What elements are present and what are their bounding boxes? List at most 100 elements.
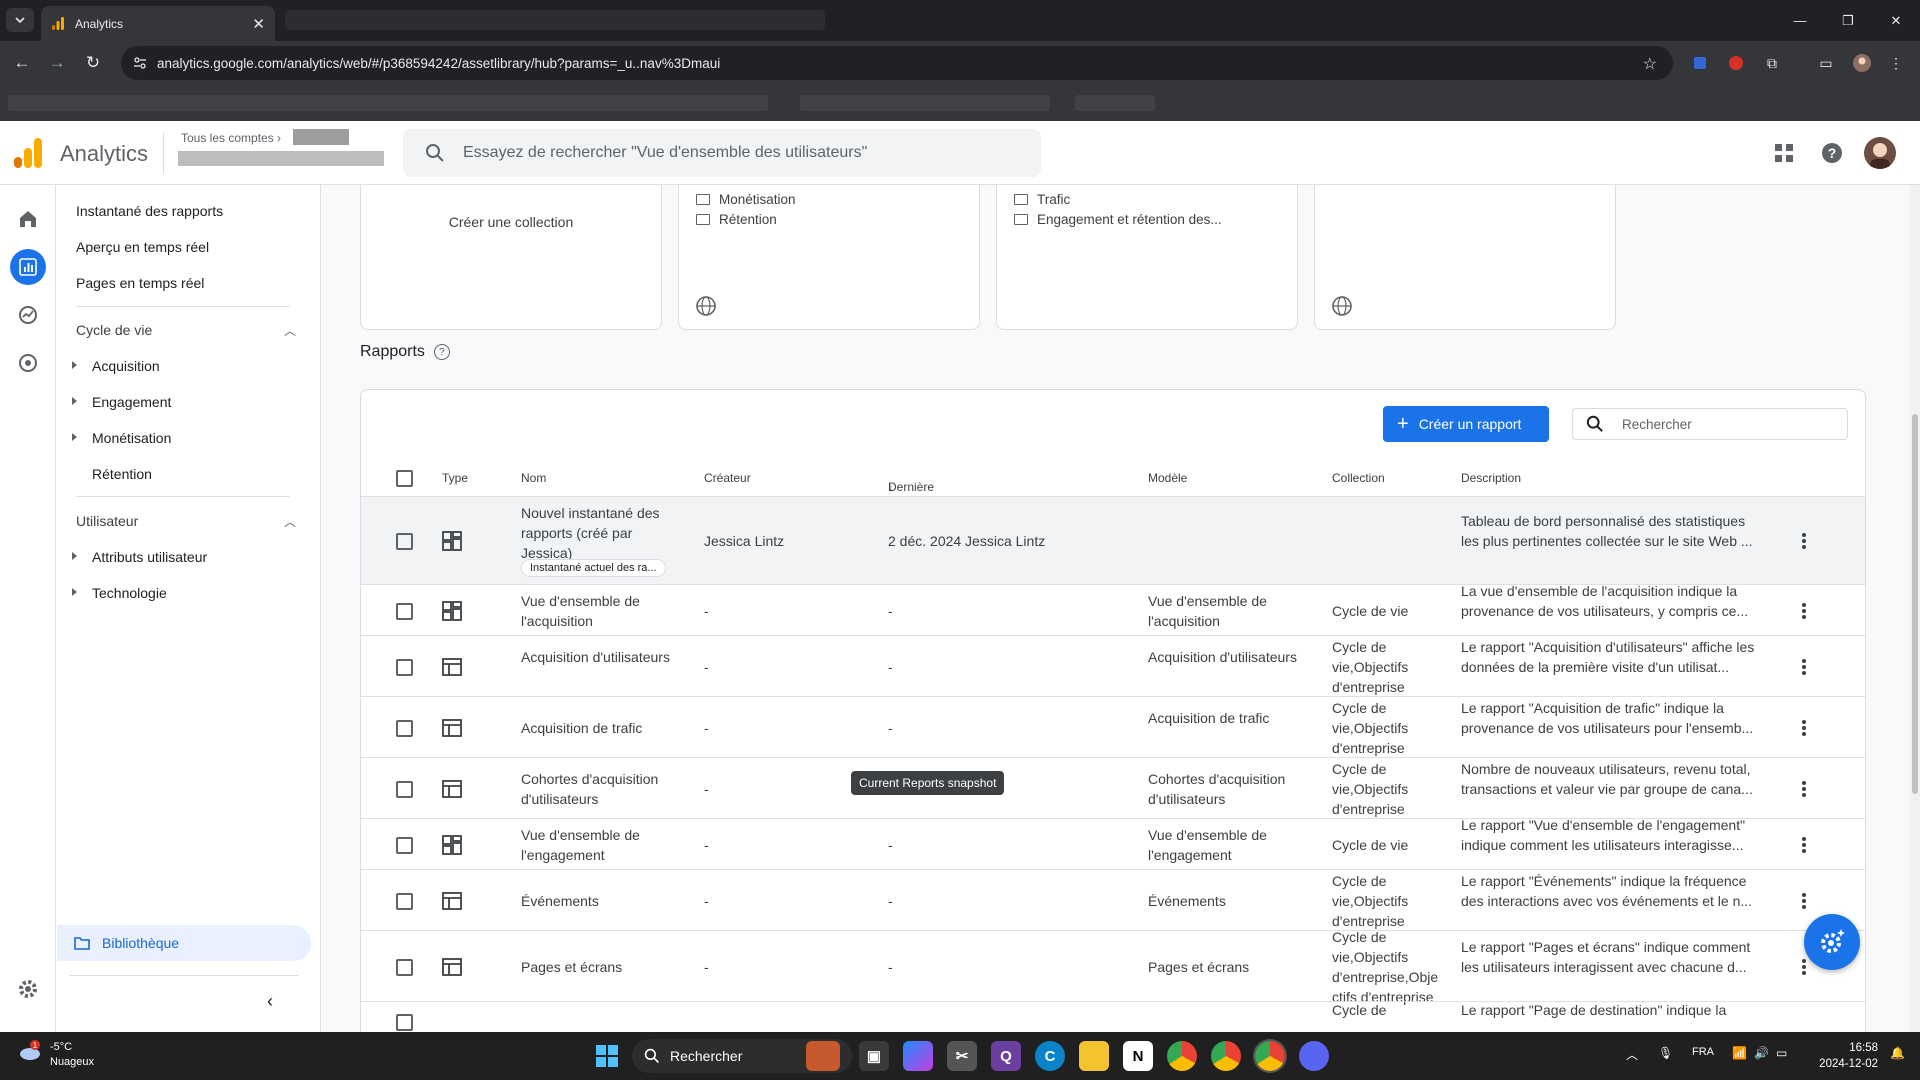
table-row[interactable]: Événements - - Événements Cycle de vie,Objec… <box>361 869 1865 930</box>
wifi-icon[interactable]: 📶 <box>1732 1046 1747 1060</box>
report-name-link[interactable]: Vue d'ensemble de l'engagement <box>521 825 686 865</box>
column-header-description[interactable]: Description <box>1461 471 1521 485</box>
bookmark-star-icon[interactable]: ☆ <box>1643 54 1657 74</box>
close-window-icon[interactable]: ✕ <box>1872 0 1920 41</box>
table-row[interactable]: Vue d'ensemble de l'acquisition - - Vue d'e… <box>361 583 1865 635</box>
volume-icon[interactable]: 🔊 <box>1754 1046 1769 1060</box>
notion-icon[interactable]: N <box>1123 1041 1153 1071</box>
column-header-name[interactable]: Nom <box>521 471 546 485</box>
copilot-icon[interactable] <box>903 1041 933 1071</box>
row-checkbox[interactable] <box>396 602 413 620</box>
search-highlight-icon[interactable] <box>806 1041 840 1071</box>
tray-chevron-icon[interactable]: ︿ <box>1626 1046 1638 1063</box>
report-name-link[interactable]: Événements <box>521 891 686 911</box>
collection-card[interactable]: Monétisation Rétention <box>678 185 980 330</box>
apps-grid-icon[interactable] <box>1772 141 1796 165</box>
settings-fab-button[interactable] <box>1804 914 1860 970</box>
column-header-creator[interactable]: Créateur <box>704 471 751 485</box>
extension-red-icon[interactable] <box>1724 51 1748 75</box>
advertising-nav-button[interactable] <box>10 345 46 381</box>
collapse-sidebar-icon[interactable]: ‹ <box>267 991 273 1012</box>
notification-bell-icon[interactable]: 🔔 <box>1890 1046 1905 1060</box>
row-checkbox[interactable] <box>396 836 413 854</box>
browser-menu-icon[interactable]: ⋮ <box>1884 51 1908 75</box>
extensions-puzzle-icon[interactable]: ⧉ <box>1760 51 1784 75</box>
row-checkbox[interactable] <box>396 892 413 910</box>
sidebar-item-technology[interactable]: Technologie <box>72 585 167 601</box>
forward-icon[interactable]: → <box>45 51 69 75</box>
discord-icon[interactable] <box>1299 1041 1329 1071</box>
report-name-link[interactable]: Pages et écrans <box>521 957 686 977</box>
redacted-property-name[interactable] <box>178 151 384 166</box>
weather-widget[interactable]: 1 -5°C Nuageux <box>18 1040 94 1070</box>
help-icon[interactable]: ? <box>1820 141 1844 165</box>
sidebar-item-realtime-overview[interactable]: Aperçu en temps réel <box>76 239 209 255</box>
row-checkbox[interactable] <box>396 780 413 798</box>
home-nav-button[interactable] <box>10 201 46 237</box>
select-all-checkbox[interactable] <box>396 470 413 487</box>
sidebar-item-engagement[interactable]: Engagement <box>72 394 171 410</box>
chrome-icon[interactable] <box>1167 1041 1197 1071</box>
ga-search-bar[interactable]: Essayez de rechercher "Vue d'ensemble de… <box>403 129 1041 177</box>
help-circle-icon[interactable]: ? <box>433 344 450 360</box>
table-row[interactable]: Cohortes d'acquisition d'utilisateurs--C… <box>361 757 1865 818</box>
task-view-icon[interactable]: ▣ <box>859 1041 889 1071</box>
more-options-icon[interactable] <box>1802 958 1806 975</box>
table-row[interactable]: Nouvel instantané des rapports (créé par… <box>361 496 1865 584</box>
row-checkbox[interactable] <box>396 958 413 976</box>
sidebar-section-lifecycle[interactable]: Cycle de vie ︿ <box>76 322 296 338</box>
report-name-link[interactable]: Vue d'ensemble de l'acquisition <box>521 591 686 631</box>
column-header-type[interactable]: Type <box>442 471 468 485</box>
app-icon-c[interactable]: C <box>1035 1041 1065 1071</box>
sidebar-item-realtime-pages[interactable]: Pages en temps réel <box>76 275 204 291</box>
table-row[interactable]: Cycle de Le rapport "Page de destination"… <box>361 1001 1865 1032</box>
file-explorer-icon[interactable] <box>1079 1041 1109 1071</box>
sidebar-item-retention[interactable]: Rétention <box>92 466 152 482</box>
more-options-icon[interactable] <box>1802 892 1806 909</box>
snipping-tool-icon[interactable]: ✂ <box>947 1041 977 1071</box>
more-options-icon[interactable] <box>1802 533 1806 549</box>
more-options-icon[interactable] <box>1802 602 1806 619</box>
create-collection-card[interactable]: Créer une collection <box>360 185 662 330</box>
reports-nav-button[interactable] <box>10 249 46 285</box>
chrome-profile-icon[interactable] <box>1211 1041 1241 1071</box>
battery-icon[interactable]: ▭ <box>1776 1046 1787 1060</box>
report-name-link[interactable]: Acquisition d'utilisateurs <box>521 647 686 667</box>
page-scrollbar-thumb[interactable] <box>1912 414 1918 794</box>
address-bar[interactable]: analytics.google.com/analytics/web/#/p36… <box>121 46 1673 80</box>
report-name-link[interactable]: Acquisition de trafic <box>521 718 686 738</box>
report-name-link[interactable]: Cohortes d'acquisition d'utilisateurs <box>521 769 686 809</box>
admin-settings-button[interactable] <box>10 971 46 1007</box>
more-options-icon[interactable] <box>1802 658 1806 675</box>
more-options-icon[interactable] <box>1802 780 1806 797</box>
collection-card[interactable] <box>1314 185 1616 330</box>
tab-close-icon[interactable]: ✕ <box>252 15 265 33</box>
sidebar-item-snapshot[interactable]: Instantané des rapports <box>76 203 223 219</box>
column-header-model[interactable]: Modèle <box>1148 471 1187 485</box>
user-avatar[interactable] <box>1864 137 1896 169</box>
microphone-icon[interactable]: 🎙 <box>1658 1046 1673 1060</box>
profile-avatar-icon[interactable] <box>1850 51 1874 75</box>
language-indicator[interactable]: FRA <box>1692 1046 1714 1058</box>
chrome-active-icon[interactable] <box>1253 1039 1287 1073</box>
row-checkbox[interactable] <box>396 533 413 550</box>
app-icon-q[interactable]: Q <box>991 1041 1021 1071</box>
table-row[interactable]: Acquisition d'utilisateurs - - Acquisition … <box>361 635 1865 696</box>
sidebar-item-library[interactable]: Bibliothèque <box>57 925 311 961</box>
minimize-icon[interactable]: — <box>1776 0 1824 41</box>
browser-tab-analytics[interactable]: Analytics ✕ <box>41 6 275 41</box>
start-button[interactable] <box>592 1041 622 1071</box>
column-header-collection[interactable]: Collection <box>1332 471 1385 485</box>
sidebar-item-acquisition[interactable]: Acquisition <box>72 358 160 374</box>
create-report-button[interactable]: + Créer un rapport <box>1383 406 1549 442</box>
snapshot-chip[interactable]: Instantané actuel des ra... <box>521 559 666 577</box>
cast-icon[interactable]: ▭ <box>1814 51 1838 75</box>
reload-icon[interactable]: ↻ <box>81 51 105 75</box>
extension-shield-icon[interactable] <box>1688 51 1712 75</box>
restore-icon[interactable]: ❐ <box>1824 0 1872 41</box>
report-name-link[interactable]: Nouvel instantané des rapports (créé par… <box>521 503 686 563</box>
more-options-icon[interactable] <box>1802 836 1806 853</box>
back-icon[interactable]: ← <box>10 51 34 75</box>
row-checkbox[interactable] <box>396 1014 413 1031</box>
table-row[interactable]: Vue d'ensemble de l'engagement - - Vue d'en… <box>361 817 1865 869</box>
